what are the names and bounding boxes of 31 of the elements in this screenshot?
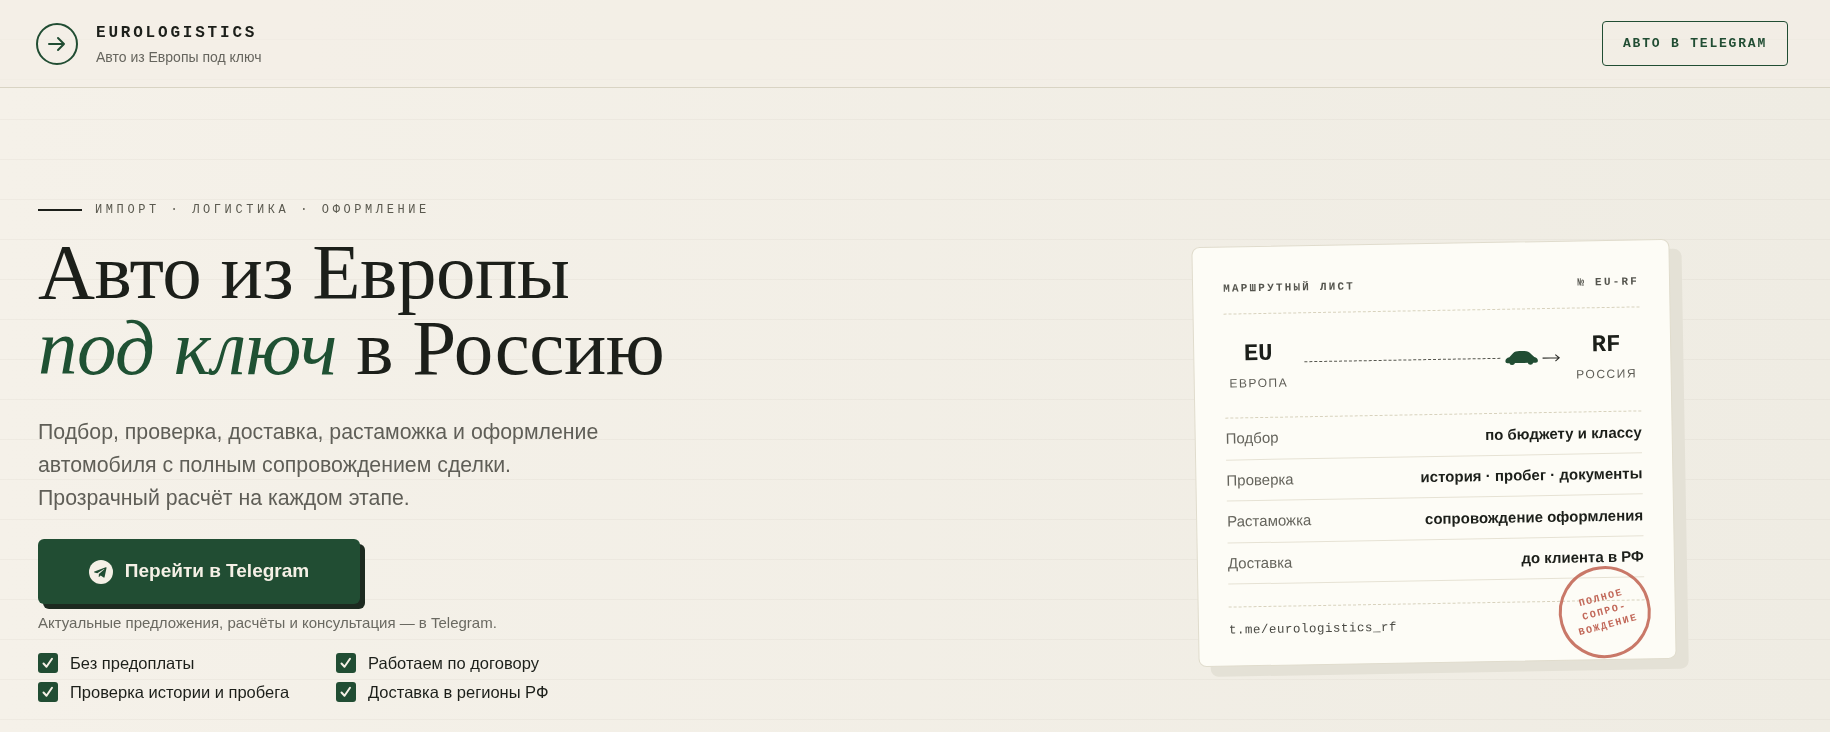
telegram-link-text: t.me/eurologistics_rf <box>1228 619 1398 640</box>
headline: Авто из Европы под ключ в Россию <box>38 234 666 386</box>
brand-tagline: Авто из Европы под ключ <box>96 50 262 64</box>
card-title: МАРШРУТНЫЙ ЛИСТ <box>1222 279 1356 297</box>
route-row-value: до клиента в РФ <box>1521 548 1644 566</box>
arrow-right-icon <box>1542 353 1561 362</box>
route-row-label: Растаможка <box>1226 510 1312 532</box>
route-row-value: история · пробег · документы <box>1420 465 1643 485</box>
car-icon <box>1504 350 1539 366</box>
route-row-value: сопровождение оформления <box>1424 507 1644 526</box>
origin-code: EU <box>1243 340 1273 367</box>
telegram-header-button[interactable]: АВТО В TELEGRAM <box>1601 21 1788 66</box>
route-row-label: Подбор <box>1225 427 1279 449</box>
benefit-label: Работаем по договору <box>368 653 539 673</box>
eyebrow-rule <box>38 209 82 211</box>
card-number: № EU-RF <box>1577 274 1640 291</box>
button-caption: Актуальные предложения, расчёты и консультация — в Telegram. <box>38 613 497 633</box>
benefit-label: Доставка в регионы РФ <box>368 682 549 702</box>
destination-code: RF <box>1591 331 1621 358</box>
origin-name: ЕВРОПА <box>1229 376 1289 390</box>
lead-paragraph: Подбор, проверка, доставка, растаможка и оформление автомобиля с полным сопровождением сделки. Прозрачный расчёт на каждом этапе. <box>38 419 600 512</box>
route-row-value: по бюджету и классу <box>1484 424 1642 442</box>
benefit-label: Без предоплаты <box>70 653 195 673</box>
arrow-circle-logo-icon <box>36 22 78 65</box>
route-row-label: Доставка <box>1227 552 1293 574</box>
route-row-label: Проверка <box>1226 468 1294 491</box>
eyebrow-text: ИМПОРТ · ЛОГИСТИКА · ОФОРМЛЕНИЕ <box>95 204 430 216</box>
brand-name: EUROLOGISTICS <box>96 25 259 41</box>
paper-plane-icon <box>88 559 113 584</box>
benefit-label: Проверка истории и пробега <box>70 682 290 702</box>
destination-name: РОССИЯ <box>1576 366 1638 380</box>
